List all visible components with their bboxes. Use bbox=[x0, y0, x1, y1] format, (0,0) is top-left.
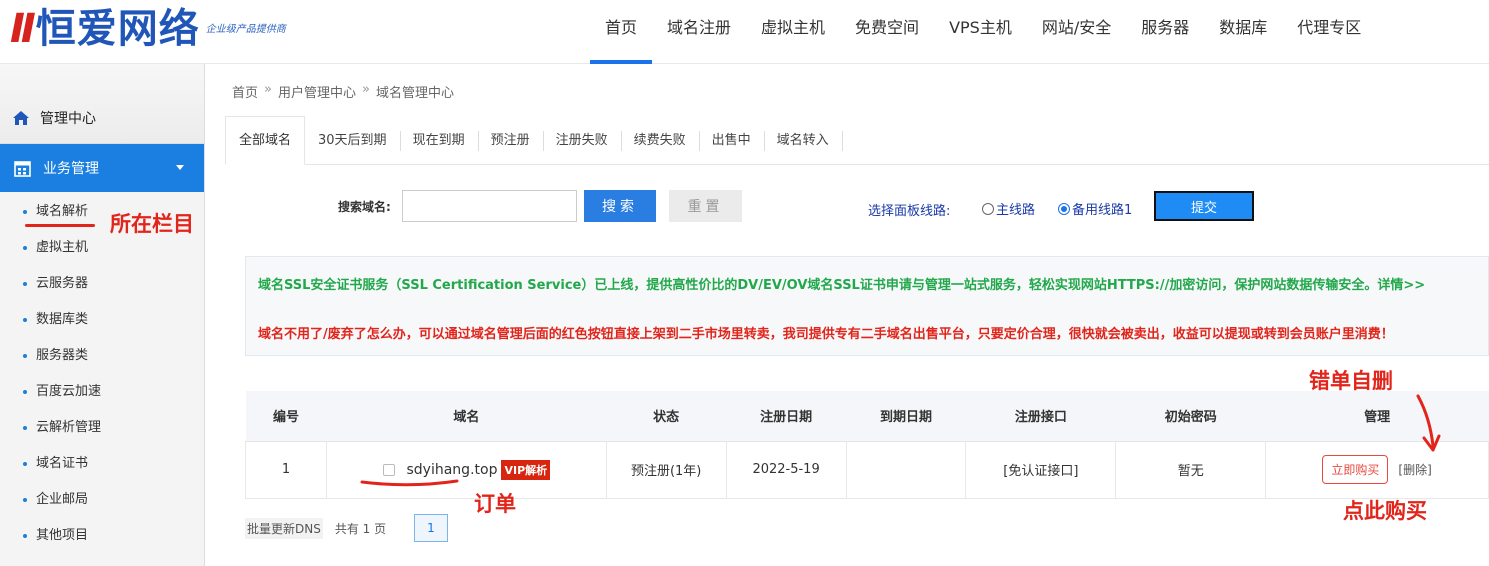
col-domain: 域名 bbox=[326, 391, 607, 442]
sidebar-item-domain-cert[interactable]: 域名证书 bbox=[0, 448, 204, 484]
breadcrumb-domain-center: 域名管理中心 bbox=[375, 86, 454, 101]
table-footer: 批量更新DNS 共有 1 页 1 bbox=[245, 514, 448, 542]
row-checkbox[interactable] bbox=[382, 463, 395, 476]
annotation-buy-here: 点此购买 bbox=[1343, 499, 1427, 523]
nav-item-agent[interactable]: 代理专区 bbox=[1282, 0, 1376, 64]
breadcrumb-user-center[interactable]: 用户管理中心 bbox=[278, 82, 356, 101]
sidebar-menu: 域名解析 虚拟主机 云服务器 数据库类 服务器类 百度云加速 云解析管理 域名证… bbox=[0, 192, 204, 556]
search-toolbar: 搜索域名: 搜索 重置 选择面板线路: 主线路 备用线路1 提交 bbox=[225, 188, 1489, 224]
sidebar-management-center-label: 管理中心 bbox=[40, 110, 96, 127]
sidebar-item-cloud-dns[interactable]: 云解析管理 bbox=[0, 412, 204, 448]
tab-expiring-now[interactable]: 现在到期 bbox=[399, 117, 478, 165]
tab-on-sale[interactable]: 出售中 bbox=[698, 117, 764, 165]
notice-resale: 域名不用了/废弃了怎么办，可以通过域名管理后面的红色按钮直接上架到二手市场里转卖… bbox=[258, 327, 1394, 342]
domain-filter-tabs: 全部域名 30天后到期 现在到期 预注册 注册失败 续费失败 出售中 域名转入 bbox=[225, 116, 1489, 165]
col-manage: 管理 bbox=[1265, 391, 1489, 442]
nav-item-home[interactable]: 首页 bbox=[590, 0, 653, 64]
annotation-order: 订单 bbox=[474, 492, 516, 516]
sidebar-section-business[interactable]: 业务管理 bbox=[0, 144, 204, 192]
cell-status: 预注册(1年) bbox=[605, 440, 727, 499]
nav-item-vps[interactable]: VPS主机 bbox=[934, 0, 1027, 64]
sidebar-item-other[interactable]: 其他项目 bbox=[0, 520, 204, 556]
sidebar-item-database[interactable]: 数据库类 bbox=[0, 304, 204, 340]
submit-line-button[interactable]: 提交 bbox=[1154, 191, 1254, 221]
tab-renew-failed[interactable]: 续费失败 bbox=[620, 117, 699, 165]
sidebar: 管理中心 业务管理 域名解析 虚拟主机 云服务器 数据库类 服务器类 百度云加速… bbox=[0, 64, 205, 566]
annotation-column: 所在栏目 bbox=[110, 212, 194, 236]
home-icon bbox=[13, 110, 29, 125]
sidebar-item-cloud-server[interactable]: 云服务器 bbox=[0, 268, 204, 304]
search-button[interactable]: 搜索 bbox=[584, 190, 656, 222]
radio-main-line[interactable]: 主线路 bbox=[982, 199, 1035, 218]
reset-button[interactable]: 重置 bbox=[669, 190, 742, 222]
delete-link[interactable]: [删除] bbox=[1398, 463, 1431, 477]
sidebar-management-center[interactable]: 管理中心 bbox=[0, 64, 204, 144]
breadcrumb-separator: » bbox=[264, 82, 272, 97]
pagination-page-1[interactable]: 1 bbox=[414, 514, 448, 542]
cell-interface: [免认证接口] bbox=[965, 440, 1117, 499]
nav-item-virtual-host[interactable]: 虚拟主机 bbox=[746, 0, 840, 64]
radio-main-line-label: 主线路 bbox=[996, 203, 1036, 218]
logo-text: 恒爱网络 bbox=[35, 6, 200, 52]
search-label: 搜索域名: bbox=[338, 200, 391, 214]
breadcrumb-separator: » bbox=[362, 82, 370, 97]
tab-transfer-in[interactable]: 域名转入 bbox=[763, 117, 842, 165]
calendar-icon bbox=[14, 160, 31, 177]
logo-subtitle: 企业级产品提供商 bbox=[205, 24, 286, 35]
main-nav: 首页 域名注册 虚拟主机 免费空间 VPS主机 网站/安全 服务器 数据库 代理… bbox=[590, 0, 1376, 64]
nav-item-domain-register[interactable]: 域名注册 bbox=[652, 0, 746, 64]
sidebar-item-mail[interactable]: 企业邮局 bbox=[0, 484, 204, 520]
col-reg-date: 注册日期 bbox=[726, 391, 847, 442]
arrow-down-icon bbox=[1416, 394, 1441, 452]
page-total: 共有 1 页 bbox=[334, 521, 387, 536]
panel-line-label: 选择面板线路: bbox=[868, 204, 951, 219]
site-header: II 恒爱网络 企业级产品提供商 首页 域名注册 虚拟主机 免费空间 VPS主机… bbox=[0, 0, 1489, 64]
logo-mark: II bbox=[10, 6, 36, 52]
table-header-row: 编号 域名 状态 注册日期 到期日期 注册接口 初始密码 管理 bbox=[245, 391, 1489, 442]
nav-item-website-security[interactable]: 网站/安全 bbox=[1027, 0, 1126, 64]
sidebar-item-server[interactable]: 服务器类 bbox=[0, 340, 204, 376]
nav-item-database[interactable]: 数据库 bbox=[1204, 0, 1282, 64]
batch-update-dns-button[interactable]: 批量更新DNS bbox=[245, 517, 323, 539]
radio-circle[interactable] bbox=[982, 202, 994, 215]
radio-backup-line[interactable]: 备用线路1 bbox=[1058, 199, 1132, 218]
cell-id: 1 bbox=[245, 440, 327, 499]
notice-ssl[interactable]: 域名SSL安全证书服务（SSL Certification Service）已上… bbox=[258, 274, 1425, 293]
cell-exp-date bbox=[845, 440, 967, 499]
col-password: 初始密码 bbox=[1115, 391, 1266, 442]
nav-item-server[interactable]: 服务器 bbox=[1126, 0, 1204, 64]
tab-expire-30-days[interactable]: 30天后到期 bbox=[305, 117, 400, 165]
col-exp-date: 到期日期 bbox=[846, 391, 966, 442]
nav-item-free-space[interactable]: 免费空间 bbox=[840, 0, 934, 64]
annotation-underline-domain bbox=[360, 479, 459, 487]
cell-password: 暂无 bbox=[1115, 440, 1267, 499]
radio-circle-selected[interactable] bbox=[1058, 202, 1070, 215]
col-status: 状态 bbox=[606, 391, 727, 442]
search-domain-input[interactable] bbox=[402, 190, 577, 222]
tab-register-failed[interactable]: 注册失败 bbox=[542, 117, 621, 165]
caret-down-icon bbox=[176, 165, 184, 170]
annotation-self-delete: 错单自删 bbox=[1309, 369, 1393, 393]
radio-backup-line-label: 备用线路1 bbox=[1072, 203, 1133, 218]
cell-reg-date: 2022-5-19 bbox=[725, 440, 847, 499]
breadcrumb: 首页 » 用户管理中心 » 域名管理中心 bbox=[232, 82, 454, 101]
sidebar-section-label: 业务管理 bbox=[43, 161, 99, 177]
tab-divider bbox=[841, 130, 843, 151]
col-id: 编号 bbox=[245, 391, 327, 442]
tab-all-domains[interactable]: 全部域名 bbox=[225, 116, 306, 165]
col-interface: 注册接口 bbox=[965, 391, 1116, 442]
buy-now-button[interactable]: 立即购买 bbox=[1322, 455, 1389, 484]
site-logo[interactable]: II 恒爱网络 企业级产品提供商 bbox=[10, 5, 286, 51]
sidebar-item-baidu-cdn[interactable]: 百度云加速 bbox=[0, 376, 204, 412]
vip-dns-badge[interactable]: VIP解析 bbox=[501, 459, 551, 480]
tab-pre-register[interactable]: 预注册 bbox=[477, 117, 543, 165]
breadcrumb-home[interactable]: 首页 bbox=[232, 82, 258, 101]
annotation-underline-dns bbox=[25, 224, 95, 227]
notice-box: 域名SSL安全证书服务（SSL Certification Service）已上… bbox=[245, 256, 1489, 356]
cell-manage: 立即购买 [删除] bbox=[1265, 440, 1489, 499]
